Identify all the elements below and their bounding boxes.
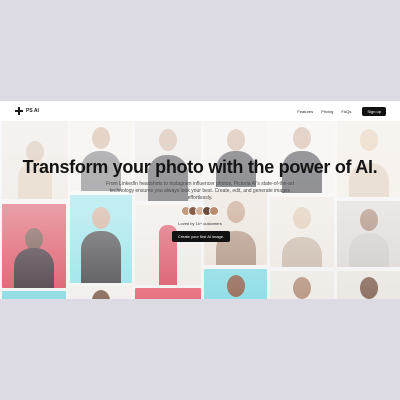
create-image-button[interactable]: Create your first AI image.: [172, 231, 230, 242]
hero-title: Transform your photo with the power of A…: [22, 157, 378, 177]
hero-section: Transform your photo with the power of A…: [0, 101, 400, 299]
social-proof-text: Loved by 1k+ customers: [178, 221, 222, 226]
landing-page: PS AI Features Pricing FAQs Sign up Tran…: [0, 101, 400, 299]
hero-subtitle: From LinkedIn headshots to Instagram inf…: [106, 181, 294, 201]
avatar: [209, 206, 219, 216]
customer-avatars: [181, 206, 219, 216]
